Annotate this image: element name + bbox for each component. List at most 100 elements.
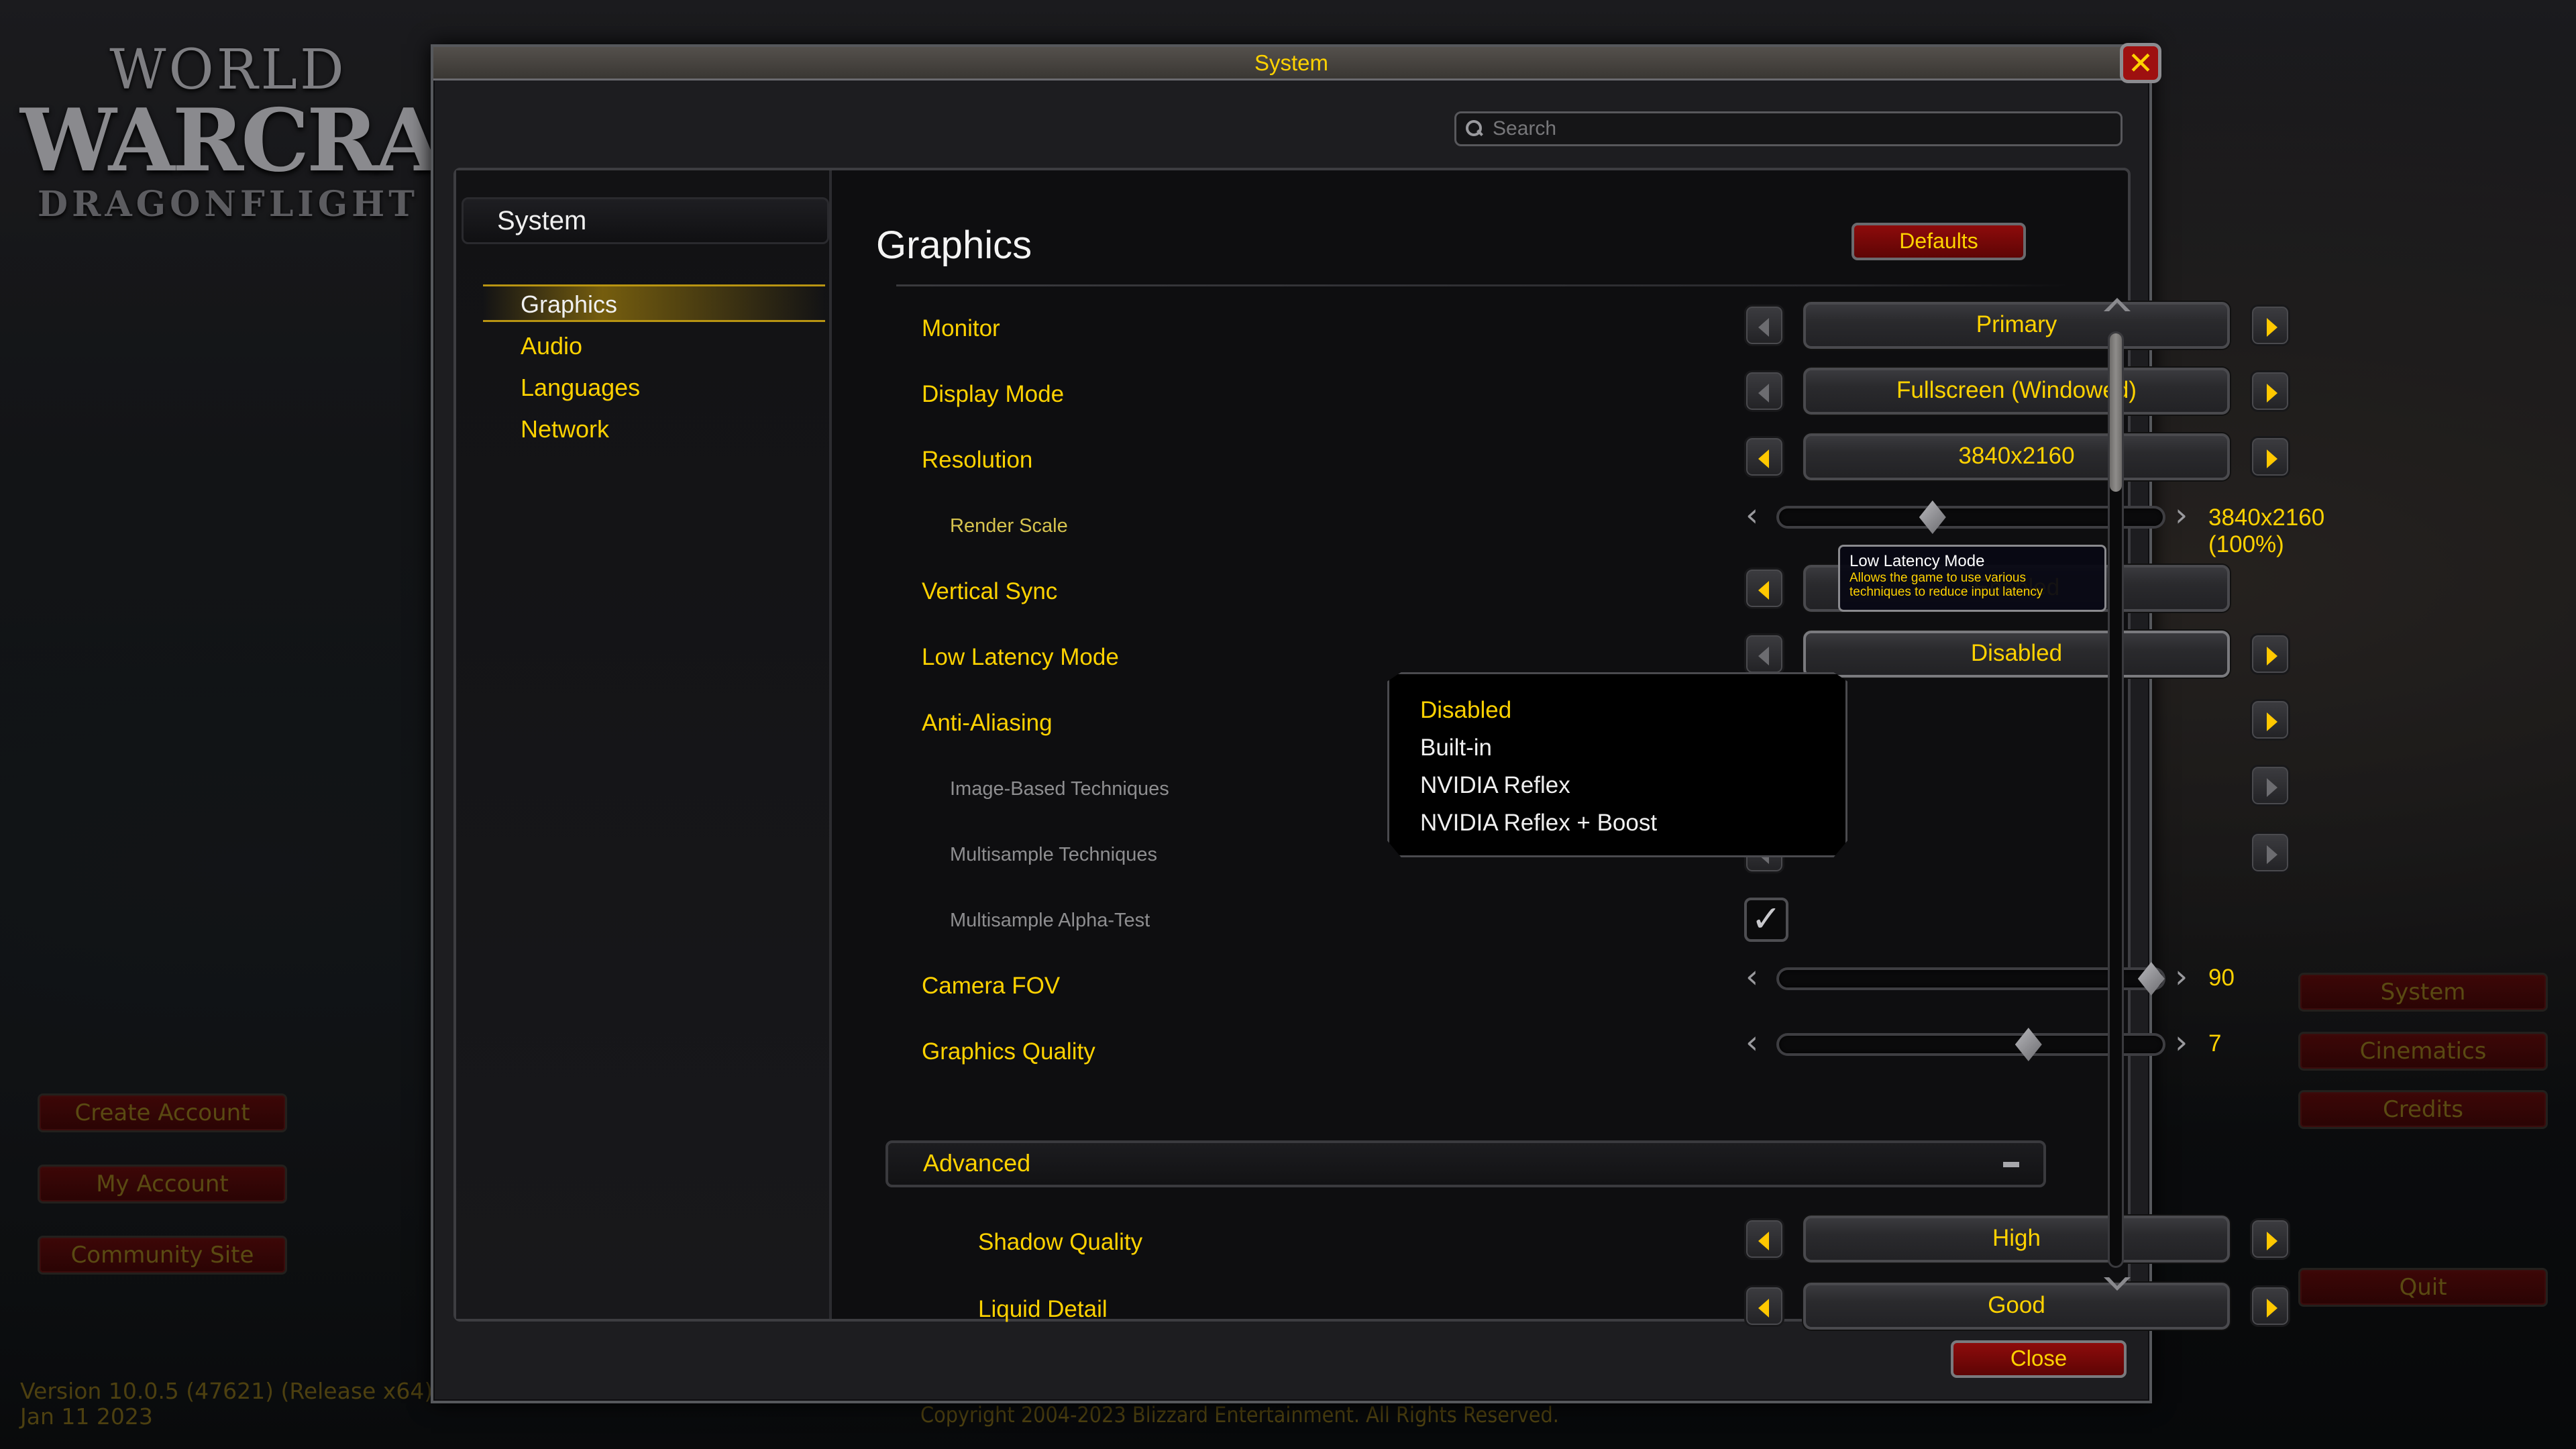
dialog-title: System (433, 47, 2149, 80)
render-scale-thumb[interactable] (1919, 500, 1946, 534)
graphics-quality-value: 7 (2208, 1030, 2222, 1057)
menu-option[interactable]: Disabled (1420, 692, 1845, 729)
display-mode-label: Display Mode (922, 381, 1065, 407)
logo-line-2: WARCRAFT (20, 91, 561, 191)
low-latency-tooltip: Low Latency Mode Allows the game to use … (1838, 545, 2106, 612)
nav-header-system[interactable]: System (462, 197, 829, 244)
low-latency-options-menu: Disabled Built-in NVIDIA Reflex NVIDIA Refl… (1387, 672, 1847, 857)
liquid-detail-prev-button[interactable] (1744, 1285, 1784, 1327)
checkmark-icon: ✓ (1751, 899, 1782, 939)
alpha-test-label: Multisample Alpha-Test (950, 910, 1150, 931)
anti-aliasing-next-button[interactable] (2250, 699, 2290, 741)
cinematics-button[interactable]: Cinematics (2298, 1032, 2548, 1071)
arrow-left-icon (1758, 449, 1769, 468)
camera-fov-slider[interactable] (1776, 962, 2165, 996)
credits-button[interactable]: Credits (2298, 1090, 2548, 1129)
create-account-button[interactable]: Create Account (38, 1093, 287, 1132)
scrollbar[interactable] (2108, 331, 2124, 1268)
copyright-text: Copyright 2004-2023 Blizzard Entertainme… (920, 1402, 1559, 1428)
render-scale-value: 3840x2160 (100%) (2208, 504, 2325, 557)
nav-item-audio[interactable]: Audio (521, 326, 582, 366)
arrow-left-icon (1758, 1232, 1769, 1250)
render-scale-slider[interactable] (1776, 500, 2165, 534)
display-mode-dropdown[interactable]: Fullscreen (Windowed) (1803, 368, 2230, 415)
low-latency-dropdown[interactable]: Disabled (1803, 631, 2230, 678)
render-scale-increase[interactable]: › (2175, 499, 2191, 531)
low-latency-next-button[interactable] (2250, 633, 2290, 675)
scrollbar-thumb[interactable] (2110, 333, 2122, 492)
system-menu-button[interactable]: System (2298, 973, 2548, 1012)
anti-aliasing-label: Anti-Aliasing (922, 710, 1053, 736)
liquid-detail-label: Liquid Detail (978, 1296, 1108, 1322)
liquid-detail-dropdown[interactable]: Good (1803, 1283, 2230, 1330)
tooltip-title: Low Latency Mode (1849, 552, 1985, 570)
multisample-label: Multisample Techniques (950, 844, 1157, 865)
multisample-next-button[interactable] (2250, 832, 2290, 873)
render-scale-decrease[interactable]: ‹ (1746, 499, 1762, 531)
arrow-right-icon (2267, 845, 2277, 864)
resolution-next-button[interactable] (2250, 436, 2290, 478)
menu-option[interactable]: Built-in (1420, 729, 1845, 767)
graphics-quality-increase[interactable]: › (2175, 1026, 2191, 1059)
resolution-dropdown[interactable]: 3840x2160 (1803, 433, 2230, 480)
search-input[interactable] (1493, 117, 2096, 140)
arrow-left-icon (1758, 647, 1769, 665)
scroll-up-icon[interactable] (2104, 298, 2131, 314)
resolution-prev-button[interactable] (1744, 436, 1784, 478)
quit-button[interactable]: Quit (2298, 1268, 2548, 1307)
monitor-label: Monitor (922, 315, 1000, 341)
graphics-quality-decrease[interactable]: ‹ (1746, 1026, 1762, 1059)
vertical-sync-prev-button[interactable] (1744, 568, 1784, 609)
game-logo: WORLD WARCRAFT DRAGONFLIGHT (20, 40, 561, 255)
tooltip-line-2: techniques to reduce input latency (1849, 585, 2043, 599)
resolution-label: Resolution (922, 447, 1033, 473)
render-scale-label: Render Scale (950, 515, 1068, 537)
display-mode-next-button[interactable] (2250, 370, 2290, 412)
build-date: Jan 11 2023 (20, 1403, 153, 1430)
my-account-button[interactable]: My Account (38, 1165, 287, 1203)
nav-item-languages[interactable]: Languages (521, 368, 640, 408)
display-mode-prev-button[interactable] (1744, 370, 1784, 412)
shadow-quality-label: Shadow Quality (978, 1229, 1143, 1255)
vertical-sync-label: Vertical Sync (922, 578, 1058, 604)
monitor-dropdown[interactable]: Primary (1803, 302, 2230, 349)
community-site-button[interactable]: Community Site (38, 1236, 287, 1275)
graphics-quality-slider[interactable] (1776, 1028, 2165, 1061)
close-button[interactable]: Close (1951, 1340, 2127, 1378)
nav-item-network[interactable]: Network (521, 409, 609, 449)
monitor-prev-button[interactable] (1744, 305, 1784, 346)
menu-option[interactable]: NVIDIA Reflex (1420, 767, 1845, 804)
graphics-quality-thumb[interactable] (2015, 1028, 2042, 1061)
arrow-right-icon (2267, 1232, 2277, 1250)
search-box[interactable] (1454, 111, 2123, 146)
category-nav: System Graphics Audio Languages Network (456, 170, 832, 1319)
advanced-section-header[interactable]: Advanced (885, 1140, 2046, 1187)
image-based-next-button[interactable] (2250, 765, 2290, 806)
scroll-down-icon[interactable] (2104, 1277, 2131, 1293)
image-based-label: Image-Based Techniques (950, 778, 1169, 800)
arrow-right-icon (2267, 318, 2277, 337)
monitor-next-button[interactable] (2250, 305, 2290, 346)
system-settings-dialog: System ✕ System Graphics Audio Languages… (431, 43, 2324, 1403)
graphics-quality-label: Graphics Quality (922, 1038, 1095, 1065)
camera-fov-increase[interactable]: › (2175, 961, 2191, 993)
advanced-label: Advanced (923, 1149, 1031, 1177)
shadow-quality-next-button[interactable] (2250, 1218, 2290, 1260)
liquid-detail-next-button[interactable] (2250, 1285, 2290, 1327)
arrow-right-icon (2267, 384, 2277, 402)
nav-item-graphics[interactable]: Graphics (521, 284, 617, 325)
close-x-icon[interactable]: ✕ (2120, 43, 2161, 83)
camera-fov-value: 90 (2208, 965, 2235, 991)
collapse-icon[interactable] (2003, 1162, 2019, 1167)
defaults-button[interactable]: Defaults (1851, 223, 2026, 260)
arrow-left-icon (1758, 581, 1769, 600)
camera-fov-decrease[interactable]: ‹ (1746, 961, 1762, 993)
low-latency-label: Low Latency Mode (922, 644, 1119, 670)
shadow-quality-prev-button[interactable] (1744, 1218, 1784, 1260)
low-latency-prev-button[interactable] (1744, 633, 1784, 675)
tooltip-line-1: Allows the game to use various (1849, 571, 2026, 585)
alpha-test-checkbox[interactable]: ✓ (1744, 898, 1788, 942)
shadow-quality-dropdown[interactable]: High (1803, 1216, 2230, 1263)
menu-option[interactable]: NVIDIA Reflex + Boost (1420, 804, 1845, 842)
arrow-left-icon (1758, 318, 1769, 337)
